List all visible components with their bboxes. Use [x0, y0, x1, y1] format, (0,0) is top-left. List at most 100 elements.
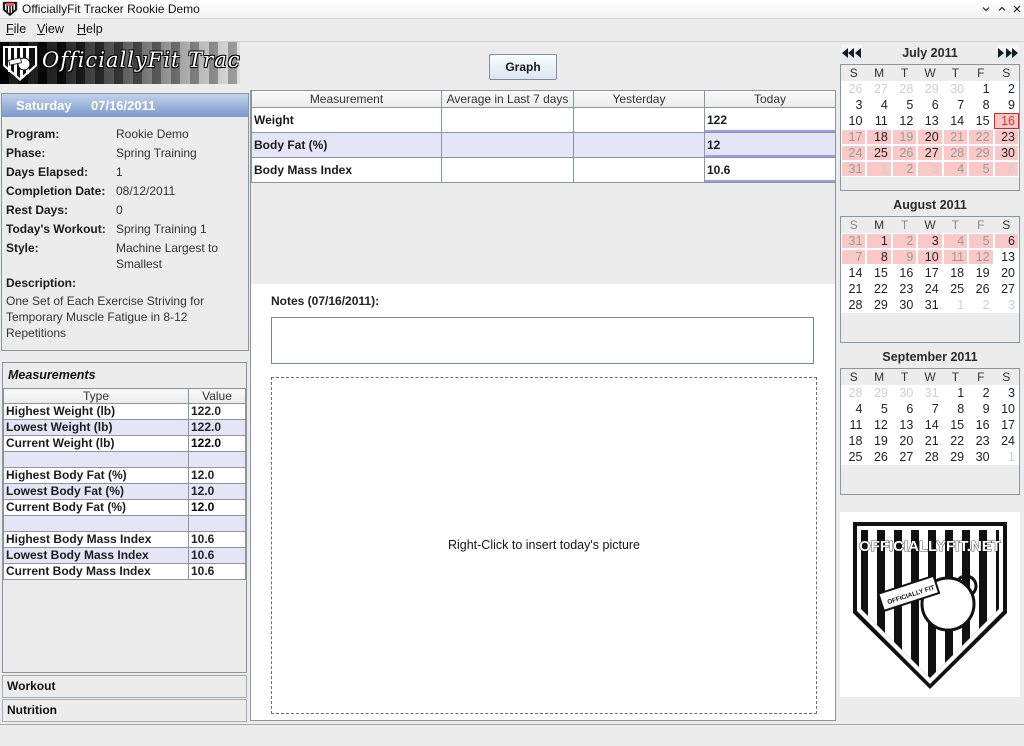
calendar-day[interactable]: 15: [942, 417, 969, 433]
calendar-day[interactable]: 30: [942, 81, 969, 97]
nutrition-section-button[interactable]: Nutrition: [2, 699, 247, 722]
calendar-day[interactable]: 20: [993, 265, 1019, 281]
calendar-day[interactable]: 27: [993, 281, 1019, 297]
calendar-day[interactable]: 22: [942, 433, 969, 449]
calendar-day[interactable]: 25: [866, 145, 892, 161]
calendar-day[interactable]: 21: [841, 281, 867, 297]
calendar-day[interactable]: 15: [866, 265, 892, 281]
calendar-day[interactable]: 2: [891, 233, 918, 249]
calendar-day[interactable]: 11: [942, 249, 969, 265]
calendar-day[interactable]: 23: [968, 433, 994, 449]
calendar-day[interactable]: 28: [841, 385, 867, 401]
calendar-day[interactable]: 16: [968, 417, 994, 433]
calendar-day[interactable]: 19: [968, 265, 994, 281]
calendar-day[interactable]: 1: [968, 81, 994, 97]
calendar-day[interactable]: 23: [891, 281, 918, 297]
calendar-day[interactable]: 14: [841, 265, 867, 281]
calendar-day[interactable]: 4: [942, 161, 969, 177]
column-header-measurement[interactable]: Measurement: [251, 91, 442, 108]
calendar-day[interactable]: 2: [968, 385, 994, 401]
calendar-day[interactable]: 26: [968, 281, 994, 297]
calendar-day[interactable]: 13: [993, 249, 1019, 265]
calendar-day[interactable]: 7: [841, 249, 867, 265]
calendar-day[interactable]: 31: [841, 233, 867, 249]
calendar-day[interactable]: 3: [993, 297, 1019, 313]
calendar-day[interactable]: 8: [942, 401, 969, 417]
calendar-day[interactable]: 29: [917, 81, 943, 97]
calendar-day[interactable]: 18: [841, 433, 867, 449]
workout-section-button[interactable]: Workout: [2, 675, 247, 698]
calendar-day[interactable]: 5: [866, 401, 892, 417]
calendar-day[interactable]: 29: [866, 385, 892, 401]
calendar-day[interactable]: 8: [968, 97, 994, 113]
table-row[interactable]: Current Body Mass Index 10.6: [3, 563, 246, 580]
calendar-day[interactable]: 9: [993, 97, 1019, 113]
table-row[interactable]: Current Weight (lb) 122.0: [3, 435, 246, 452]
minimize-icon[interactable]: [980, 3, 992, 15]
calendar-day[interactable]: 2: [891, 161, 918, 177]
calendar-day[interactable]: 5: [891, 97, 918, 113]
calendar-day[interactable]: 28: [917, 449, 943, 465]
calendar-day[interactable]: 26: [841, 81, 867, 97]
calendar-day[interactable]: 24: [917, 281, 943, 297]
calendar-day[interactable]: 1: [866, 161, 892, 177]
calendar-day[interactable]: 9: [968, 401, 994, 417]
calendar-day[interactable]: 26: [891, 145, 918, 161]
calendar-day[interactable]: 6: [917, 97, 943, 113]
calendar-day[interactable]: 22: [968, 129, 994, 145]
calendar-day[interactable]: 25: [942, 281, 969, 297]
table-row[interactable]: [3, 515, 246, 532]
calendar-day[interactable]: 18: [866, 129, 892, 145]
picture-drop-area[interactable]: Right-Click to insert today's picture: [271, 377, 817, 714]
calendar-day[interactable]: 1: [866, 233, 892, 249]
calendar-day[interactable]: 13: [891, 417, 918, 433]
today-weight-cell[interactable]: 122: [704, 107, 836, 133]
calendar-day[interactable]: 19: [866, 433, 892, 449]
calendar-day[interactable]: 12: [891, 113, 918, 129]
calendar-day[interactable]: 20: [917, 129, 943, 145]
calendar-day[interactable]: 21: [917, 433, 943, 449]
table-row[interactable]: Lowest Weight (lb) 122.0: [3, 419, 246, 436]
calendar-day-today[interactable]: 16: [993, 113, 1019, 129]
calendar-day[interactable]: 24: [993, 433, 1019, 449]
calendar-day[interactable]: 1: [942, 297, 969, 313]
calendar-day[interactable]: 19: [891, 129, 918, 145]
close-icon[interactable]: [1011, 3, 1023, 15]
maximize-icon[interactable]: [996, 3, 1008, 15]
calendar-day[interactable]: 3: [993, 385, 1019, 401]
calendar-day[interactable]: 23: [993, 129, 1019, 145]
calendar-day[interactable]: 11: [866, 113, 892, 129]
calendar-day[interactable]: 21: [942, 129, 969, 145]
calendar-day[interactable]: 6: [993, 161, 1019, 177]
calendar-day[interactable]: 17: [993, 417, 1019, 433]
calendar-day[interactable]: 3: [841, 97, 867, 113]
menu-view[interactable]: View: [37, 22, 64, 36]
calendar-day[interactable]: 17: [841, 129, 867, 145]
calendar-day[interactable]: 2: [993, 81, 1019, 97]
calendar-day[interactable]: 5: [968, 233, 994, 249]
calendar-day[interactable]: 16: [891, 265, 918, 281]
calendar-day[interactable]: 29: [968, 145, 994, 161]
column-header-today[interactable]: Today: [704, 91, 836, 108]
column-header-average[interactable]: Average in Last 7 days: [441, 91, 574, 108]
calendar-day[interactable]: 10: [841, 113, 867, 129]
calendar-day[interactable]: 3: [917, 161, 943, 177]
calendar-day[interactable]: 28: [841, 297, 867, 313]
table-row[interactable]: Highest Weight (lb) 122.0: [3, 403, 246, 420]
calendar-day[interactable]: 27: [891, 449, 918, 465]
calendar-day[interactable]: 2: [968, 297, 994, 313]
calendar-day[interactable]: 27: [917, 145, 943, 161]
calendar-day[interactable]: 29: [866, 297, 892, 313]
calendar-day[interactable]: 6: [993, 233, 1019, 249]
calendar-day[interactable]: 1: [993, 449, 1019, 465]
graph-button[interactable]: Graph: [489, 54, 557, 80]
calendar-day[interactable]: 12: [968, 249, 994, 265]
table-row[interactable]: [3, 451, 246, 468]
table-row[interactable]: Highest Body Fat (%) 12.0: [3, 467, 246, 484]
table-row[interactable]: Highest Body Mass Index 10.6: [3, 531, 246, 548]
calendar-day[interactable]: 24: [841, 145, 867, 161]
calendar-day[interactable]: 12: [866, 417, 892, 433]
calendar-day[interactable]: 31: [917, 385, 943, 401]
calendar-day[interactable]: 1: [942, 385, 969, 401]
calendar-day[interactable]: 3: [917, 233, 943, 249]
